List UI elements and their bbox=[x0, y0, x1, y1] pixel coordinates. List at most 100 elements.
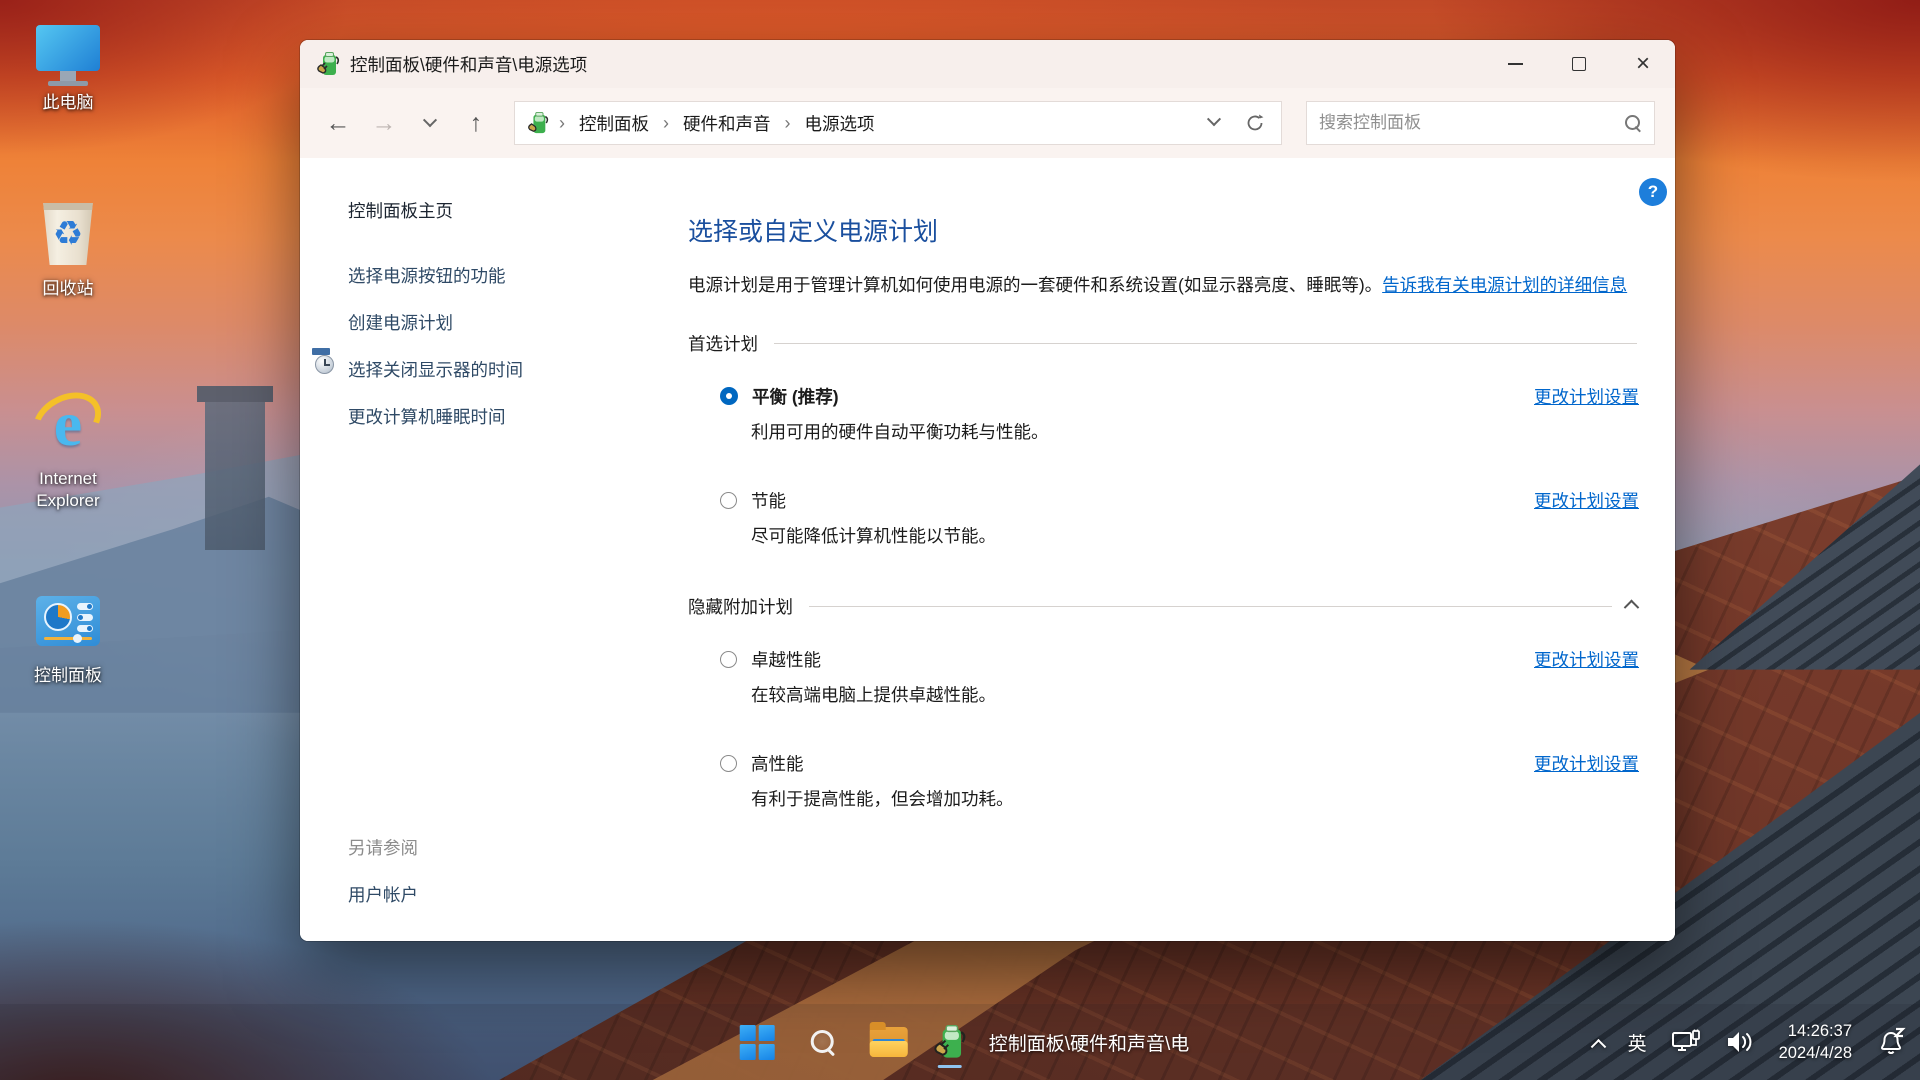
radio-ultimate-performance[interactable] bbox=[720, 651, 737, 668]
section-preferred-plans: 首选计划 bbox=[688, 331, 1637, 356]
desktop-icon-control-panel[interactable]: 控制面板 bbox=[8, 585, 128, 687]
see-also-user-accounts[interactable]: 用户帐户 bbox=[348, 882, 688, 907]
control-panel-icon bbox=[32, 585, 104, 657]
active-window-indicator bbox=[938, 1065, 962, 1068]
section-divider bbox=[809, 606, 1612, 607]
breadcrumb-separator-icon: › bbox=[557, 113, 567, 134]
clock[interactable]: 14:26:37 2024/4/28 bbox=[1779, 1020, 1852, 1065]
folder-icon bbox=[870, 1027, 908, 1057]
address-bar[interactable]: › 控制面板 › 硬件和声音 › 电源选项 bbox=[514, 101, 1282, 145]
section-title: 隐藏附加计划 bbox=[688, 594, 793, 619]
learn-more-link[interactable]: 告诉我有关电源计划的详细信息 bbox=[1382, 275, 1627, 295]
plan-power-saver: 节能 更改计划设置 尽可能降低计算机性能以节能。 bbox=[688, 488, 1645, 548]
change-plan-settings-link[interactable]: 更改计划设置 bbox=[1534, 751, 1639, 776]
sidebar-item-label: 更改计算机睡眠时间 bbox=[348, 407, 506, 427]
breadcrumb-power-options[interactable]: 电源选项 bbox=[801, 111, 879, 136]
radio-power-saver[interactable] bbox=[720, 492, 737, 509]
chevron-down-icon bbox=[1207, 112, 1221, 126]
recycle-bin-icon: ♻ bbox=[32, 198, 104, 270]
desktop-icon-this-pc[interactable]: 此电脑 bbox=[8, 12, 128, 114]
plan-ultimate-performance: 卓越性能 更改计划设置 在较高端电脑上提供卓越性能。 bbox=[688, 647, 1645, 707]
radio-balanced[interactable] bbox=[720, 387, 738, 405]
file-explorer-button[interactable] bbox=[863, 1013, 915, 1071]
start-button[interactable] bbox=[731, 1013, 783, 1071]
plan-description: 有利于提高性能，但会增加功耗。 bbox=[751, 786, 1645, 811]
plan-name: 平衡 (推荐) bbox=[752, 384, 839, 409]
power-options-icon bbox=[933, 1022, 967, 1062]
section-divider bbox=[774, 343, 1637, 344]
change-plan-settings-link[interactable]: 更改计划设置 bbox=[1534, 488, 1639, 513]
search-box[interactable] bbox=[1306, 101, 1655, 145]
up-button[interactable]: ↑ bbox=[456, 103, 496, 143]
breadcrumb-separator-icon: › bbox=[661, 113, 671, 134]
plan-name: 节能 bbox=[751, 488, 786, 513]
control-panel-window: 控制面板\硬件和声音\电源选项 × ← → ↑ › 控制面板 › 硬件和声音 ›… bbox=[300, 40, 1675, 941]
tray-overflow-button[interactable] bbox=[1593, 1037, 1604, 1048]
section-title: 首选计划 bbox=[688, 331, 758, 356]
breadcrumb-hardware-sound[interactable]: 硬件和声音 bbox=[679, 111, 775, 136]
maximize-button[interactable] bbox=[1547, 40, 1611, 88]
intro-body: 电源计划是用于管理计算机如何使用电源的一套硬件和系统设置(如显示器亮度、睡眠等)… bbox=[688, 275, 1382, 295]
sidebar-item-power-buttons[interactable]: 选择电源按钮的功能 bbox=[348, 263, 688, 288]
main-panel: ? 选择或自定义电源计划 电源计划是用于管理计算机如何使用电源的一套硬件和系统设… bbox=[688, 158, 1675, 941]
forward-button[interactable]: → bbox=[364, 103, 404, 143]
ethernet-icon bbox=[1671, 1029, 1701, 1055]
desktop-icon-label: 此电脑 bbox=[43, 92, 94, 114]
taskbar-search-button[interactable] bbox=[797, 1013, 849, 1071]
close-icon: × bbox=[1636, 52, 1650, 76]
sidebar-item-label: 选择关闭显示器的时间 bbox=[348, 360, 523, 380]
help-button[interactable]: ? bbox=[1639, 178, 1667, 206]
desktop-icon-internet-explorer[interactable]: e Internet Explorer bbox=[8, 388, 128, 512]
search-icon[interactable] bbox=[1624, 114, 1642, 132]
taskbar: 控制面板\硬件和声音\电 英 14:26:37 2024/4/28 bbox=[0, 1004, 1920, 1080]
question-mark-icon: ? bbox=[1648, 182, 1658, 202]
plan-balanced: 平衡 (推荐) 更改计划设置 利用可用的硬件自动平衡功耗与性能。 bbox=[688, 384, 1645, 444]
plan-description: 利用可用的硬件自动平衡功耗与性能。 bbox=[751, 419, 1645, 444]
window-titlebar[interactable]: 控制面板\硬件和声音\电源选项 × bbox=[300, 40, 1675, 88]
clock-display-icon bbox=[312, 355, 338, 379]
desktop-icon-recycle-bin[interactable]: ♻ 回收站 bbox=[8, 198, 128, 300]
refresh-button[interactable] bbox=[1245, 113, 1265, 133]
page-title: 选择或自定义电源计划 bbox=[688, 212, 1645, 248]
navigation-bar: ← → ↑ › 控制面板 › 硬件和声音 › 电源选项 bbox=[300, 88, 1675, 158]
sidebar-item-sleep-time[interactable]: 更改计算机睡眠时间 bbox=[348, 404, 688, 429]
address-dropdown-button[interactable] bbox=[1209, 114, 1219, 132]
chevron-up-icon bbox=[1624, 600, 1640, 616]
intro-text: 电源计划是用于管理计算机如何使用电源的一套硬件和系统设置(如显示器亮度、睡眠等)… bbox=[688, 270, 1645, 301]
minimize-icon bbox=[1508, 63, 1523, 65]
plan-name: 高性能 bbox=[751, 751, 804, 776]
plan-description: 尽可能降低计算机性能以节能。 bbox=[751, 523, 1645, 548]
back-button[interactable]: ← bbox=[318, 103, 358, 143]
search-input[interactable] bbox=[1319, 113, 1624, 133]
sidebar-item-display-off-time[interactable]: 选择关闭显示器的时间 bbox=[348, 357, 688, 382]
close-button[interactable]: × bbox=[1611, 40, 1675, 88]
sidebar-item-create-plan[interactable]: 创建电源计划 bbox=[348, 310, 688, 335]
section-hidden-plans: 隐藏附加计划 bbox=[688, 594, 1637, 619]
desktop-icon-label: Internet Explorer bbox=[13, 468, 123, 512]
windows-logo-icon bbox=[739, 1025, 774, 1060]
see-also-section: 另请参阅 用户帐户 bbox=[348, 835, 688, 907]
recent-pages-dropdown[interactable] bbox=[410, 103, 450, 143]
breadcrumb-control-panel[interactable]: 控制面板 bbox=[575, 111, 653, 136]
change-plan-settings-link[interactable]: 更改计划设置 bbox=[1534, 384, 1639, 409]
power-options-icon bbox=[527, 111, 549, 135]
plan-high-performance: 高性能 更改计划设置 有利于提高性能，但会增加功耗。 bbox=[688, 751, 1645, 811]
window-title: 控制面板\硬件和声音\电源选项 bbox=[350, 52, 587, 77]
minimize-button[interactable] bbox=[1483, 40, 1547, 88]
change-plan-settings-link[interactable]: 更改计划设置 bbox=[1534, 647, 1639, 672]
active-window-label[interactable]: 控制面板\硬件和声音\电 bbox=[989, 1029, 1190, 1056]
internet-explorer-icon: e bbox=[32, 388, 104, 460]
network-button[interactable] bbox=[1671, 1029, 1701, 1055]
power-options-taskbar-button[interactable] bbox=[929, 1013, 971, 1071]
notification-bell-button[interactable] bbox=[1876, 1027, 1906, 1057]
sleep-sphere-icon bbox=[312, 402, 338, 426]
sidebar-item-home[interactable]: 控制面板主页 bbox=[348, 198, 688, 223]
taskbar-center: 控制面板\硬件和声音\电 bbox=[731, 1004, 1190, 1080]
speaker-icon bbox=[1725, 1029, 1755, 1055]
this-pc-icon bbox=[32, 12, 104, 84]
see-also-title: 另请参阅 bbox=[348, 835, 688, 860]
volume-button[interactable] bbox=[1725, 1029, 1755, 1055]
collapse-section-button[interactable] bbox=[1626, 597, 1637, 615]
radio-high-performance[interactable] bbox=[720, 755, 737, 772]
ime-indicator[interactable]: 英 bbox=[1628, 1029, 1647, 1056]
